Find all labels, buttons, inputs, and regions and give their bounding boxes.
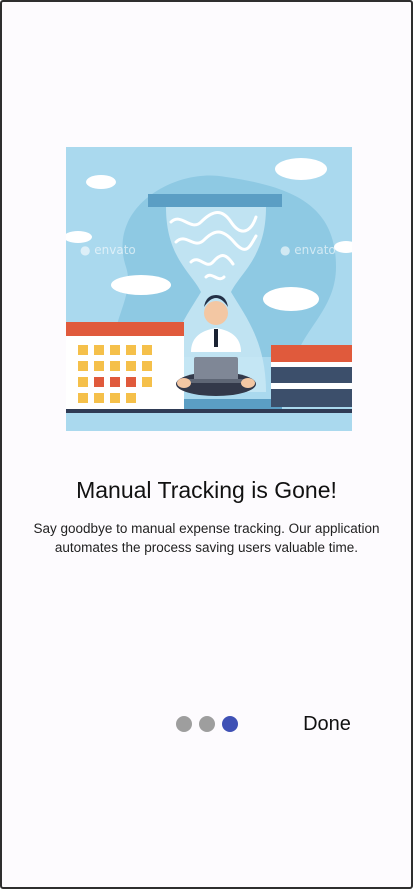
done-button[interactable]: Done — [294, 708, 360, 740]
page-dot-2[interactable] — [199, 716, 215, 732]
page-dot-1[interactable] — [176, 716, 192, 732]
hourglass-person-laptop-illustration: ● envato ● envato — [66, 147, 352, 431]
svg-text:● envato: ● envato — [280, 243, 336, 257]
page-indicator — [176, 715, 238, 733]
svg-text:● envato: ● envato — [80, 243, 136, 257]
onboarding-title: Manual Tracking is Gone! — [76, 477, 337, 503]
onboarding-screen: ● envato ● envato Manual Tracking is Gon… — [0, 0, 413, 889]
page-dot-3-active[interactable] — [222, 716, 238, 732]
onboarding-description: Say goodbye to manual expense tracking. … — [33, 521, 380, 555]
